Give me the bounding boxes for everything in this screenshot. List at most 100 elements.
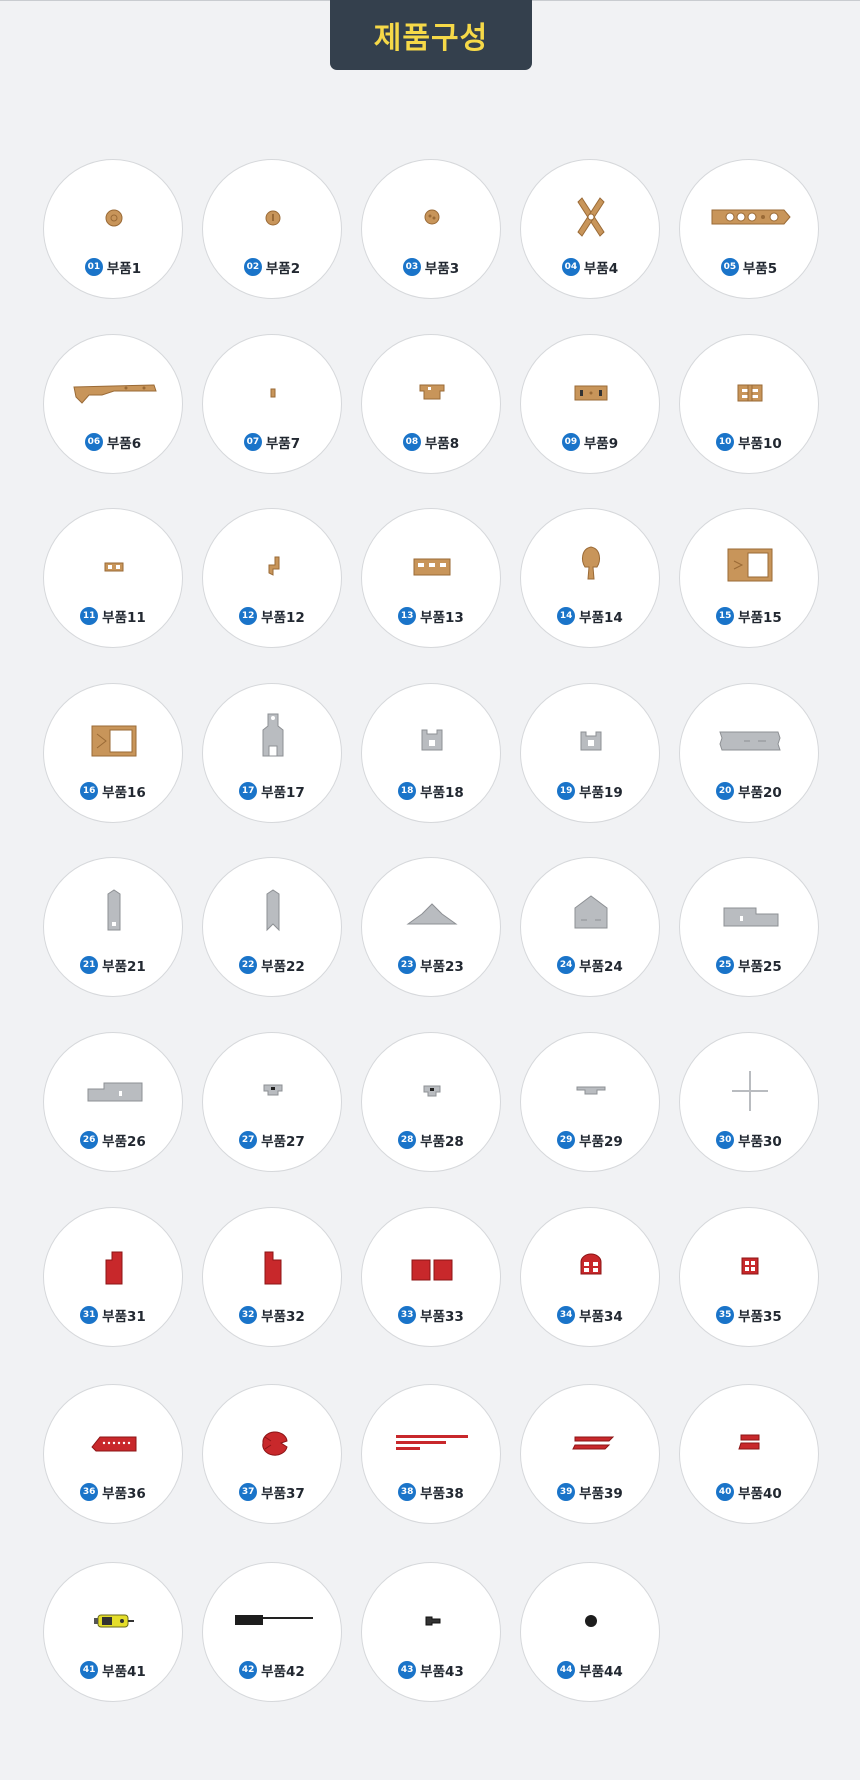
part-name: 부품40 [738,1486,782,1502]
part-card: 13 부품13 [361,508,501,648]
part-card: 22 부품22 [202,857,342,997]
part-card: 28 부품28 [361,1032,501,1172]
part-label: 03 부품3 [362,257,500,277]
part-label: 39 부품39 [521,1482,659,1502]
part-number-badge: 17 [239,782,258,800]
wood-disc-icon [424,209,440,225]
wood-disc-icon [265,210,281,226]
part-name: 부품35 [738,1309,782,1325]
part-name: 부품7 [265,436,301,452]
part-number-badge: 14 [557,607,576,625]
red-double-block-icon [411,1259,453,1281]
grey-step-icon [576,1086,606,1095]
part-card: 24 부품24 [520,857,660,997]
part-number-badge: 09 [561,433,580,451]
part-label: 36 부품36 [44,1482,182,1502]
part-number-badge: 18 [398,782,417,800]
part-label: 13 부품13 [362,606,500,626]
screw-icon [425,1616,441,1626]
part-label: 40 부품40 [680,1482,818,1502]
part-label: 33 부품33 [362,1305,500,1325]
part-number-badge: 33 [398,1306,417,1324]
part-number-badge: 15 [716,607,735,625]
part-number-badge: 24 [557,956,576,974]
part-name: 부품1 [106,261,142,277]
grey-house-icon [574,895,608,929]
part-card: 19 부품19 [520,683,660,823]
part-number-badge: 43 [398,1661,417,1679]
red-block-icon [264,1251,282,1285]
wood-bar-holes-icon [711,209,791,225]
part-label: 34 부품34 [521,1305,659,1325]
part-label: 28 부품28 [362,1130,500,1150]
part-label: 11 부품11 [44,606,182,626]
part-card: 43 부품43 [361,1562,501,1702]
part-name: 부품14 [579,610,623,626]
part-card: 44 부품44 [520,1562,660,1702]
part-name: 부품26 [102,1134,146,1150]
part-card: 33 부품33 [361,1207,501,1347]
part-name: 부품23 [420,959,464,975]
part-card: 07 부품7 [202,334,342,474]
grey-castle-icon [421,729,443,751]
part-label: 23 부품23 [362,955,500,975]
part-card: 09 부품9 [520,334,660,474]
part-number-badge: 30 [716,1131,735,1149]
part-number-badge: 39 [557,1483,576,1501]
wood-frame-icon [91,725,137,757]
part-card: 39 부품39 [520,1384,660,1524]
part-name: 부품18 [420,785,464,801]
part-label: 08 부품8 [362,432,500,452]
part-card: 11 부품11 [43,508,183,648]
part-name: 부품44 [579,1664,623,1680]
part-name: 부품33 [420,1309,464,1325]
part-name: 부품12 [261,610,305,626]
part-card: 26 부품26 [43,1032,183,1172]
part-number-badge: 06 [84,433,103,451]
part-name: 부품24 [579,959,623,975]
grey-roof-icon [406,903,458,925]
part-number-badge: 27 [239,1131,258,1149]
part-card: 14 부품14 [520,508,660,648]
grey-tower-icon [262,713,284,757]
part-card: 06 부품6 [43,334,183,474]
part-label: 37 부품37 [203,1482,341,1502]
part-label: 43 부품43 [362,1660,500,1680]
grey-wall-icon [87,1082,143,1102]
part-card: 35 부품35 [679,1207,819,1347]
part-number-badge: 25 [716,956,735,974]
wood-small-bar-icon [104,562,124,572]
part-name: 부품27 [261,1134,305,1150]
part-card: 38 부품38 [361,1384,501,1524]
part-label: 15 부품15 [680,606,818,626]
shaft-icon [235,1615,313,1625]
part-name: 부품22 [261,959,305,975]
part-number-badge: 20 [716,782,735,800]
part-number-badge: 37 [239,1483,258,1501]
part-label: 02 부품2 [203,257,341,277]
part-label: 35 부품35 [680,1305,818,1325]
part-name: 부품25 [738,959,782,975]
part-label: 19 부품19 [521,781,659,801]
part-name: 부품20 [738,785,782,801]
part-number-badge: 03 [402,258,421,276]
part-card: 41 부품41 [43,1562,183,1702]
part-label: 05 부품5 [680,257,818,277]
part-label: 44 부품44 [521,1660,659,1680]
part-card: 03 부품3 [361,159,501,299]
part-card: 31 부품31 [43,1207,183,1347]
wood-frame-icon [727,548,773,582]
grey-clip-icon [263,1084,283,1096]
part-card: 32 부품32 [202,1207,342,1347]
part-label: 18 부품18 [362,781,500,801]
part-label: 10 부품10 [680,432,818,452]
part-number-badge: 22 [239,956,258,974]
parts-grid: 01 부품1 02 부품2 03 부품3 04 부품4 05 부품5 06 부품6 07 부품7 08 부품8… [0,0,860,1780]
part-name: 부품32 [261,1309,305,1325]
part-number-badge: 19 [557,782,576,800]
part-name: 부품19 [579,785,623,801]
wood-plate-slots-icon [574,385,608,401]
part-name: 부품9 [583,436,619,452]
part-card: 40 부품40 [679,1384,819,1524]
part-name: 부품10 [738,436,782,452]
